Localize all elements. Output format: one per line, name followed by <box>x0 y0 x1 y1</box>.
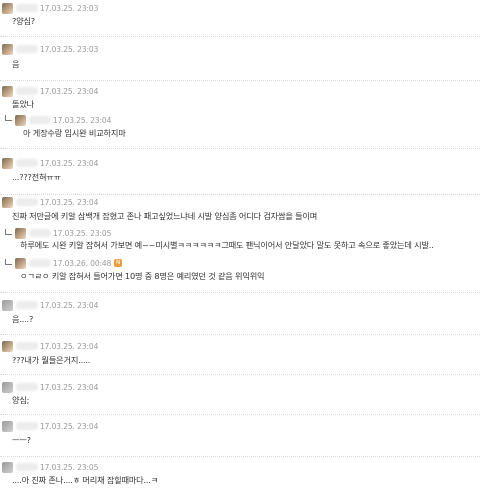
comment-time: 17.03.25. 23:04 <box>40 382 99 392</box>
new-badge: N <box>114 259 123 267</box>
comment-item: 17.03.25. 23:04 양심; <box>0 374 480 413</box>
avatar[interactable] <box>2 196 13 208</box>
nickname-blurred[interactable] <box>16 159 38 167</box>
comment-meta: 17.03.25. 23:04 <box>2 84 98 98</box>
nickname-blurred[interactable] <box>16 198 38 206</box>
comment-text: ㅇㄱㄹㅇ 키알 잡혀서 들어가면 10명 중 8명은 예리였던 것 같음 위익위… <box>20 271 265 281</box>
avatar[interactable] <box>2 381 13 393</box>
nickname-blurred[interactable] <box>29 259 51 267</box>
nickname-blurred[interactable] <box>16 87 38 95</box>
nickname-blurred[interactable] <box>16 383 38 391</box>
avatar[interactable] <box>2 2 13 14</box>
avatar[interactable] <box>2 340 13 352</box>
comment-item: 17.03.25. 23:03 음 <box>0 36 480 81</box>
nickname-blurred[interactable] <box>16 422 38 430</box>
comment-meta: 17.03.25. 23:04 <box>2 380 98 394</box>
comment-time: 17.03.25. 23:04 <box>40 158 99 168</box>
comment-meta: 17.03.25. 23:04 <box>2 298 98 312</box>
avatar[interactable] <box>15 227 26 239</box>
comment-meta: 17.03.25. 23:04 <box>2 195 98 209</box>
comment-meta: 17.03.25. 23:04 <box>2 339 98 353</box>
avatar[interactable] <box>2 299 13 311</box>
comment-item: 17.03.25. 23:03 ?양심? <box>0 0 480 36</box>
comment-meta: 17.03.25. 23:04 <box>2 419 98 433</box>
comment-item: 17.03.25. 23:04 돌았나 <box>0 80 480 113</box>
nickname-blurred[interactable] <box>29 229 51 237</box>
comment-time: 17.03.25. 23:04 <box>40 300 99 310</box>
comment-time: 17.03.25. 23:05 <box>40 462 99 472</box>
comment-item: 17.03.25. 23:04 ㅡㅡ? <box>0 414 480 455</box>
comment-time: 17.03.25. 23:04 <box>40 341 99 351</box>
avatar[interactable] <box>2 157 13 169</box>
comment-text: 음....? <box>12 314 34 324</box>
comment-item: 17.03.25. 23:04 ...???전혀ㅠㅠ <box>0 148 480 195</box>
comment-time: 17.03.25. 23:04 <box>40 86 99 96</box>
avatar[interactable] <box>2 420 13 432</box>
comment-meta: 17.03.25. 23:03 <box>2 1 98 15</box>
nickname-blurred[interactable] <box>29 116 51 124</box>
reply-item: 17.03.25. 23:04 아 게장수랑 임시완 비교하지마 <box>0 112 480 146</box>
comment-text: 음 <box>12 59 20 69</box>
comment-time: 17.03.25. 23:04 <box>40 197 99 207</box>
comment-text: 하루에도 시완 키알 잡혀서 가보면 예~~미시별ㅋㅋㅋㅋㅋㅋ그때도 팬닉이어서… <box>20 240 434 250</box>
comment-item: 17.03.25. 23:04 진짜 저만글에 키알 삼백개 잡혔고 존나 패고… <box>0 194 480 223</box>
comment-time: 17.03.25. 23:04 <box>53 115 112 125</box>
comment-text: 진짜 저만글에 키알 삼백개 잡혔고 존나 패고싶었느냐네 시발 양심좀 어디다… <box>12 211 318 221</box>
comment-item: 17.03.25. 23:04 음....? <box>0 292 480 333</box>
comment-text: ...???전혀ㅠㅠ <box>12 172 61 182</box>
reply-item: 17.03.25. 23:05 하루에도 시완 키알 잡혀서 가보면 예~~미시… <box>0 226 480 254</box>
comment-text: ???내가 뭘들은거지..... <box>12 355 91 365</box>
comment-text: 양심; <box>12 395 30 405</box>
nickname-blurred[interactable] <box>16 45 38 53</box>
nickname-blurred[interactable] <box>16 4 38 12</box>
avatar[interactable] <box>2 43 13 55</box>
reply-arrow-icon <box>5 259 12 265</box>
comment-item: 17.03.25. 23:05 ....아 진짜 존나....ㅎ 머리채 잡힐때… <box>0 456 480 488</box>
comment-text: ....아 진짜 존나....ㅎ 머리채 잡힐때마다...ㅋ <box>12 475 159 485</box>
reply-arrow-icon <box>5 115 12 121</box>
comment-meta: 17.03.25. 23:03 <box>2 42 98 56</box>
nickname-blurred[interactable] <box>16 463 38 471</box>
avatar[interactable] <box>15 257 26 269</box>
avatar[interactable] <box>2 85 13 97</box>
comment-time: 17.03.25. 23:04 <box>40 421 99 431</box>
comment-time: 17.03.25. 23:03 <box>40 44 99 54</box>
comment-meta: 17.03.25. 23:05 <box>2 460 98 474</box>
comment-time: 17.03.25. 23:05 <box>53 228 112 238</box>
avatar[interactable] <box>15 114 26 126</box>
comment-meta: 17.03.25. 23:04 <box>15 113 111 127</box>
comment-item: 17.03.25. 23:04 ???내가 뭘들은거지..... <box>0 334 480 371</box>
comment-meta: 17.03.25. 23:04 <box>2 156 98 170</box>
comment-meta: 17.03.26. 00:48 N <box>15 256 123 270</box>
nickname-blurred[interactable] <box>16 301 38 309</box>
reply-item: 17.03.26. 00:48 N ㅇㄱㄹㅇ 키알 잡혀서 들어가면 10명 중… <box>0 256 480 292</box>
comment-meta: 17.03.25. 23:05 <box>15 226 111 240</box>
comment-text: 돌았나 <box>12 99 34 109</box>
comment-text: ?양심? <box>12 16 35 26</box>
comment-text: 아 게장수랑 임시완 비교하지마 <box>23 128 126 138</box>
reply-arrow-icon <box>5 229 12 235</box>
avatar[interactable] <box>2 461 13 473</box>
comment-text: ㅡㅡ? <box>12 435 31 445</box>
comment-time: 17.03.25. 23:03 <box>40 3 99 13</box>
nickname-blurred[interactable] <box>16 342 38 350</box>
comment-time: 17.03.26. 00:48 <box>53 258 112 268</box>
